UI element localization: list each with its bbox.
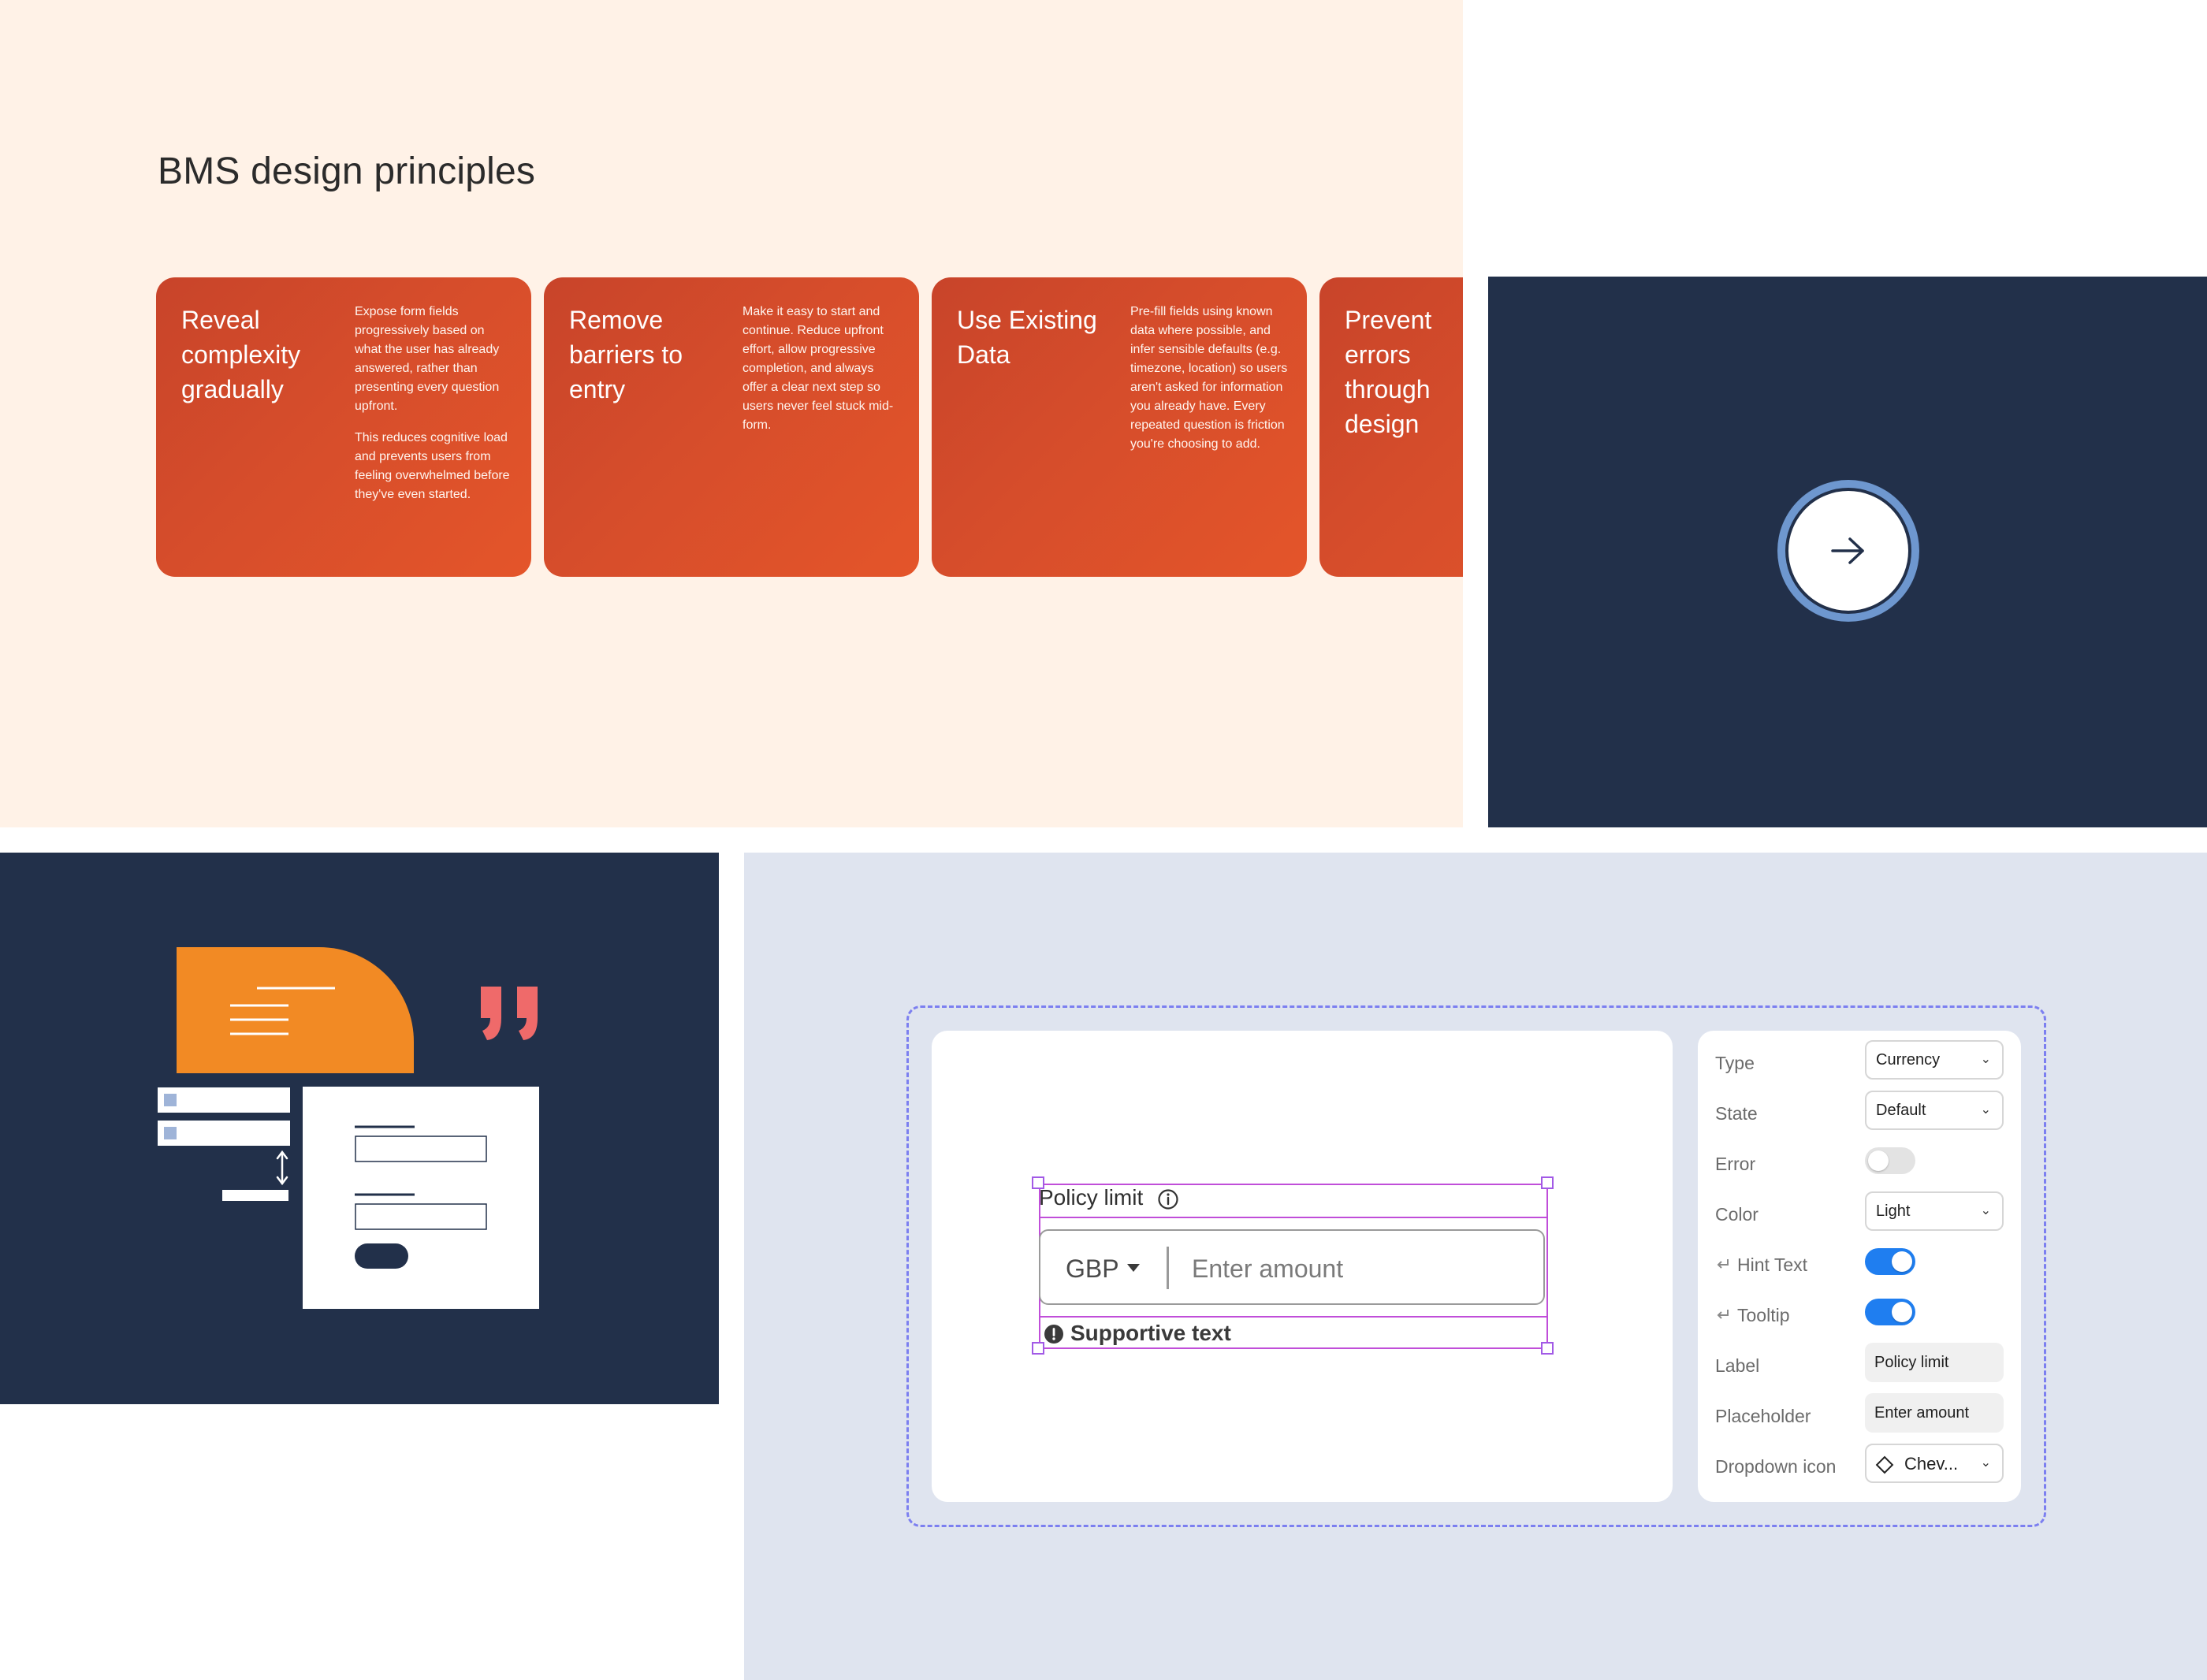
- quote-marks-icon: [481, 987, 538, 1040]
- card-paragraph: Make it easy to start and continue. Redu…: [742, 305, 894, 432]
- form-illustration: [0, 853, 719, 1404]
- amount-placeholder: Enter amount: [1192, 1254, 1344, 1283]
- card-body: Pre-fill fields using known data where p…: [1130, 303, 1288, 454]
- caret-down-icon[interactable]: [1126, 1262, 1141, 1273]
- prop-label: Label: [1715, 1355, 1760, 1376]
- label-text-field[interactable]: Policy limit: [1865, 1343, 2004, 1382]
- hint-text-toggle[interactable]: [1865, 1248, 1915, 1275]
- dropdown-icon-select[interactable]: Chev... ⌄: [1865, 1444, 2004, 1483]
- component-preview: Policy limit GBP Enter amount Supportive…: [932, 1031, 1673, 1502]
- prop-row-hint-text: Hint Text: [1698, 1242, 2021, 1286]
- card-paragraph: This reduces cognitive load and prevents…: [355, 431, 510, 501]
- card-body: Expose form fields progressively based o…: [355, 303, 512, 504]
- resize-handle[interactable]: [1032, 1342, 1044, 1355]
- arrow-right-icon: [1831, 537, 1864, 564]
- chevron-down-icon: ⌄: [1980, 1103, 1991, 1117]
- text-value: Enter amount: [1874, 1404, 1970, 1422]
- resize-handle[interactable]: [1541, 1176, 1554, 1189]
- illustration-graphic: [158, 947, 539, 1309]
- prop-row-label: Label Policy limit: [1698, 1343, 2021, 1387]
- toggle-knob: [1868, 1150, 1889, 1171]
- component-inspector-panel: Policy limit GBP Enter amount Supportive…: [744, 853, 2207, 1680]
- prop-row-type: Type Currency ⌄: [1698, 1040, 2021, 1084]
- properties-panel: Type Currency ⌄ State Default ⌄ Error Co…: [1698, 1031, 2021, 1502]
- prop-row-placeholder: Placeholder Enter amount: [1698, 1393, 2021, 1437]
- supportive-text: Supportive text: [1070, 1321, 1231, 1345]
- type-select[interactable]: Currency ⌄: [1865, 1040, 2004, 1080]
- card-title: Reveal complexity gradually: [181, 306, 301, 403]
- principle-card-barriers[interactable]: Remove barriers to entry Make it easy to…: [544, 277, 919, 577]
- carousel-nav-panel: [1488, 277, 2207, 827]
- principles-panel: BMS design principles Reveal complexity …: [0, 0, 1463, 827]
- prop-label: Type: [1715, 1053, 1755, 1073]
- placeholder-text-field[interactable]: Enter amount: [1865, 1393, 2004, 1433]
- card-paragraph: Expose form fields progressively based o…: [355, 305, 500, 413]
- checkbox-list-icon: [158, 1087, 290, 1201]
- currency-select[interactable]: GBP: [1066, 1254, 1119, 1284]
- input-divider: [1167, 1247, 1169, 1289]
- prop-label: Placeholder: [1715, 1406, 1811, 1426]
- prop-row-state: State Default ⌄: [1698, 1091, 2021, 1135]
- speech-bubble-icon: [177, 947, 414, 1073]
- prop-label: Hint Text: [1737, 1254, 1808, 1275]
- tooltip-toggle[interactable]: [1865, 1299, 1915, 1325]
- prop-label: Error: [1715, 1154, 1756, 1174]
- chevron-down-icon: ⌄: [1980, 1053, 1991, 1066]
- toggle-knob: [1892, 1302, 1912, 1322]
- chevron-down-icon: ⌄: [1980, 1204, 1991, 1217]
- next-button[interactable]: [1785, 488, 1911, 614]
- amount-input[interactable]: GBP Enter amount: [1039, 1229, 1545, 1305]
- field-label: Policy limit: [1039, 1185, 1144, 1210]
- prop-row-dropdown-icon: Dropdown icon Chev... ⌄: [1698, 1444, 2021, 1488]
- prop-row-tooltip: Tooltip: [1698, 1292, 2021, 1336]
- color-select[interactable]: Light ⌄: [1865, 1191, 2004, 1231]
- page-title: BMS design principles: [158, 151, 536, 192]
- currency-field-component[interactable]: Policy limit GBP Enter amount Supportive…: [1032, 1176, 1554, 1355]
- card-body: Make it easy to start and continue. Redu…: [742, 303, 900, 435]
- state-select[interactable]: Default ⌄: [1865, 1091, 2004, 1130]
- chevron-down-icon: ⌄: [1980, 1456, 1991, 1470]
- prop-label: State: [1715, 1103, 1758, 1124]
- nested-property-icon: [1717, 1259, 1729, 1269]
- select-value: Light: [1876, 1202, 1911, 1220]
- card-title: Remove barriers to entry: [569, 306, 683, 403]
- select-value: Chev...: [1904, 1454, 1959, 1474]
- select-value: Default: [1876, 1102, 1926, 1119]
- resize-handle[interactable]: [1541, 1342, 1554, 1355]
- prop-label: Tooltip: [1737, 1305, 1790, 1325]
- principle-card-reveal[interactable]: Reveal complexity gradually Expose form …: [156, 277, 531, 577]
- vertical-resize-icon: [276, 1150, 288, 1186]
- prop-label: Dropdown icon: [1715, 1456, 1837, 1477]
- resize-handle[interactable]: [1032, 1176, 1044, 1189]
- form-card-icon: [303, 1087, 539, 1309]
- component-instance-icon: [1875, 1455, 1894, 1474]
- error-toggle[interactable]: [1865, 1147, 1915, 1174]
- card-paragraph: Pre-fill fields using known data where p…: [1130, 305, 1288, 451]
- nested-property-icon: [1717, 1310, 1729, 1319]
- toggle-knob: [1892, 1251, 1912, 1272]
- alert-icon: [1044, 1325, 1063, 1344]
- info-icon[interactable]: [1157, 1188, 1179, 1210]
- prop-row-color: Color Light ⌄: [1698, 1191, 2021, 1236]
- card-title: Prevent errors through design: [1345, 306, 1432, 438]
- prop-row-error: Error: [1698, 1141, 2021, 1185]
- prop-label: Color: [1715, 1204, 1759, 1225]
- principle-card-prevent-errors[interactable]: Prevent errors through design: [1319, 277, 1463, 577]
- select-value: Currency: [1876, 1051, 1941, 1069]
- text-value: Policy limit: [1874, 1354, 1949, 1371]
- principle-card-existing-data[interactable]: Use Existing Data Pre-fill fields using …: [932, 277, 1307, 577]
- card-title: Use Existing Data: [957, 306, 1097, 369]
